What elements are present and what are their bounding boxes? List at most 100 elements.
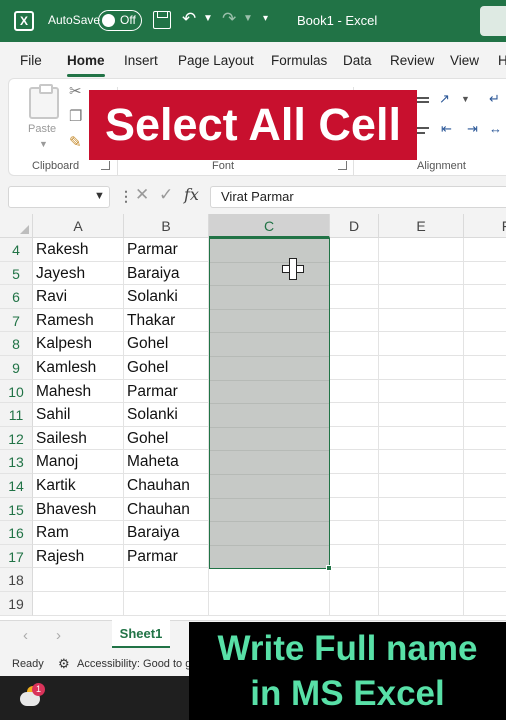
row-header[interactable]: 8 bbox=[0, 332, 33, 356]
table-cell[interactable] bbox=[33, 592, 124, 616]
orientation-icon[interactable]: ↗ bbox=[439, 91, 450, 107]
table-cell[interactable]: Chauhan bbox=[124, 497, 209, 522]
table-cell[interactable]: Kartik bbox=[33, 474, 124, 498]
table-cell[interactable] bbox=[464, 380, 506, 404]
row-header[interactable]: 11 bbox=[0, 403, 33, 427]
tab-file[interactable]: File bbox=[20, 53, 42, 68]
table-cell[interactable] bbox=[330, 521, 379, 545]
column-header-d[interactable]: D bbox=[330, 214, 379, 238]
table-cell[interactable] bbox=[464, 262, 506, 286]
clipboard-launcher-icon[interactable] bbox=[101, 161, 110, 170]
table-cell[interactable] bbox=[330, 403, 379, 427]
table-cell[interactable] bbox=[464, 545, 506, 569]
tab-formulas[interactable]: Formulas bbox=[271, 53, 327, 68]
table-cell[interactable] bbox=[379, 426, 464, 451]
redo-dropdown-icon[interactable]: ▼ bbox=[243, 13, 253, 24]
table-cell[interactable]: Solanki bbox=[124, 285, 209, 309]
paste-icon[interactable] bbox=[29, 84, 59, 119]
table-cell[interactable] bbox=[330, 238, 379, 262]
select-all-button[interactable] bbox=[0, 214, 33, 238]
font-launcher-icon[interactable] bbox=[338, 161, 347, 170]
table-cell[interactable]: Maheta bbox=[124, 450, 209, 474]
align-top-icon[interactable] bbox=[417, 97, 429, 99]
tab-help[interactable]: H bbox=[498, 53, 506, 68]
table-cell[interactable]: Ravi bbox=[33, 285, 124, 309]
table-cell[interactable]: Gohel bbox=[124, 332, 209, 356]
redo-icon[interactable]: ↷ bbox=[222, 9, 236, 29]
customize-toolbar-icon[interactable]: ▾ bbox=[263, 13, 268, 24]
table-cell[interactable] bbox=[379, 403, 464, 427]
table-cell[interactable] bbox=[379, 238, 464, 262]
table-cell[interactable] bbox=[379, 332, 464, 356]
table-cell[interactable] bbox=[330, 592, 379, 616]
table-cell[interactable]: Rajesh bbox=[33, 544, 124, 569]
table-cell[interactable] bbox=[379, 568, 464, 592]
table-cell[interactable]: Baraiya bbox=[124, 261, 209, 286]
table-cell[interactable] bbox=[330, 544, 379, 569]
table-cell[interactable]: Mahesh bbox=[33, 379, 124, 404]
table-cell[interactable]: Gohel bbox=[124, 426, 209, 451]
paste-dropdown-icon[interactable]: ▼ bbox=[39, 139, 48, 149]
row-header[interactable]: 12 bbox=[0, 426, 33, 451]
table-cell[interactable]: Kalpesh bbox=[33, 332, 124, 356]
column-header-a[interactable]: A bbox=[33, 214, 124, 238]
tab-page-layout[interactable]: Page Layout bbox=[178, 53, 254, 68]
table-cell[interactable]: Parmar bbox=[124, 379, 209, 404]
undo-icon[interactable]: ↶ bbox=[182, 9, 196, 29]
undo-dropdown-icon[interactable]: ▼ bbox=[203, 13, 213, 24]
table-cell[interactable]: Parmar bbox=[124, 238, 209, 262]
paste-label[interactable]: Paste bbox=[28, 123, 56, 135]
table-cell[interactable] bbox=[330, 450, 379, 474]
cancel-icon[interactable]: ✕ bbox=[135, 185, 149, 205]
insert-function-icon[interactable]: fx bbox=[184, 185, 199, 204]
tab-insert[interactable]: Insert bbox=[124, 53, 158, 68]
table-cell[interactable]: Kamlesh bbox=[33, 356, 124, 380]
column-header-c[interactable]: C bbox=[209, 214, 330, 238]
table-cell[interactable] bbox=[330, 497, 379, 522]
enter-icon[interactable]: ✓ bbox=[159, 185, 173, 205]
table-cell[interactable] bbox=[464, 592, 506, 616]
table-cell[interactable] bbox=[330, 379, 379, 404]
table-cell[interactable] bbox=[464, 450, 506, 474]
table-cell[interactable] bbox=[330, 356, 379, 380]
table-cell[interactable]: Bhavesh bbox=[33, 497, 124, 522]
table-cell[interactable] bbox=[330, 332, 379, 356]
table-cell[interactable] bbox=[379, 379, 464, 404]
row-header[interactable]: 7 bbox=[0, 308, 33, 333]
name-box-dropdown-icon[interactable]: ▼ bbox=[94, 190, 105, 202]
table-cell[interactable]: Chauhan bbox=[124, 474, 209, 498]
align-left-icon[interactable] bbox=[417, 127, 429, 129]
table-cell[interactable]: Thakar bbox=[124, 308, 209, 333]
row-header[interactable]: 10 bbox=[0, 379, 33, 404]
table-cell[interactable] bbox=[330, 426, 379, 451]
table-cell[interactable] bbox=[464, 521, 506, 545]
table-cell[interactable] bbox=[379, 450, 464, 474]
table-cell[interactable] bbox=[379, 544, 464, 569]
table-cell[interactable] bbox=[379, 474, 464, 498]
formula-input[interactable]: Virat Parmar bbox=[210, 186, 506, 208]
orientation-dropdown-icon[interactable]: ▼ bbox=[461, 94, 470, 104]
table-cell[interactable] bbox=[464, 285, 506, 309]
table-cell[interactable] bbox=[464, 356, 506, 380]
row-header[interactable]: 15 bbox=[0, 497, 33, 522]
table-cell[interactable] bbox=[330, 474, 379, 498]
table-cell[interactable] bbox=[330, 308, 379, 333]
fill-handle[interactable] bbox=[326, 565, 332, 571]
table-cell[interactable] bbox=[330, 285, 379, 309]
tab-review[interactable]: Review bbox=[390, 53, 434, 68]
table-cell[interactable] bbox=[464, 474, 506, 498]
table-cell[interactable] bbox=[379, 356, 464, 380]
column-header-f[interactable]: F bbox=[464, 214, 506, 238]
table-cell[interactable] bbox=[464, 332, 506, 356]
table-cell[interactable] bbox=[464, 568, 506, 592]
table-cell[interactable]: Manoj bbox=[33, 450, 124, 474]
table-cell[interactable] bbox=[379, 285, 464, 309]
merge-center-icon[interactable]: ↔ bbox=[489, 121, 502, 136]
row-header[interactable]: 19 bbox=[0, 592, 33, 616]
previous-sheet-icon[interactable]: ‹ bbox=[23, 627, 28, 644]
table-cell[interactable]: Sahil bbox=[33, 403, 124, 427]
table-cell[interactable]: Gohel bbox=[124, 356, 209, 380]
table-cell[interactable]: Baraiya bbox=[124, 521, 209, 545]
increase-indent-icon[interactable]: ⇥ bbox=[467, 121, 478, 137]
next-sheet-icon[interactable]: › bbox=[56, 627, 61, 644]
